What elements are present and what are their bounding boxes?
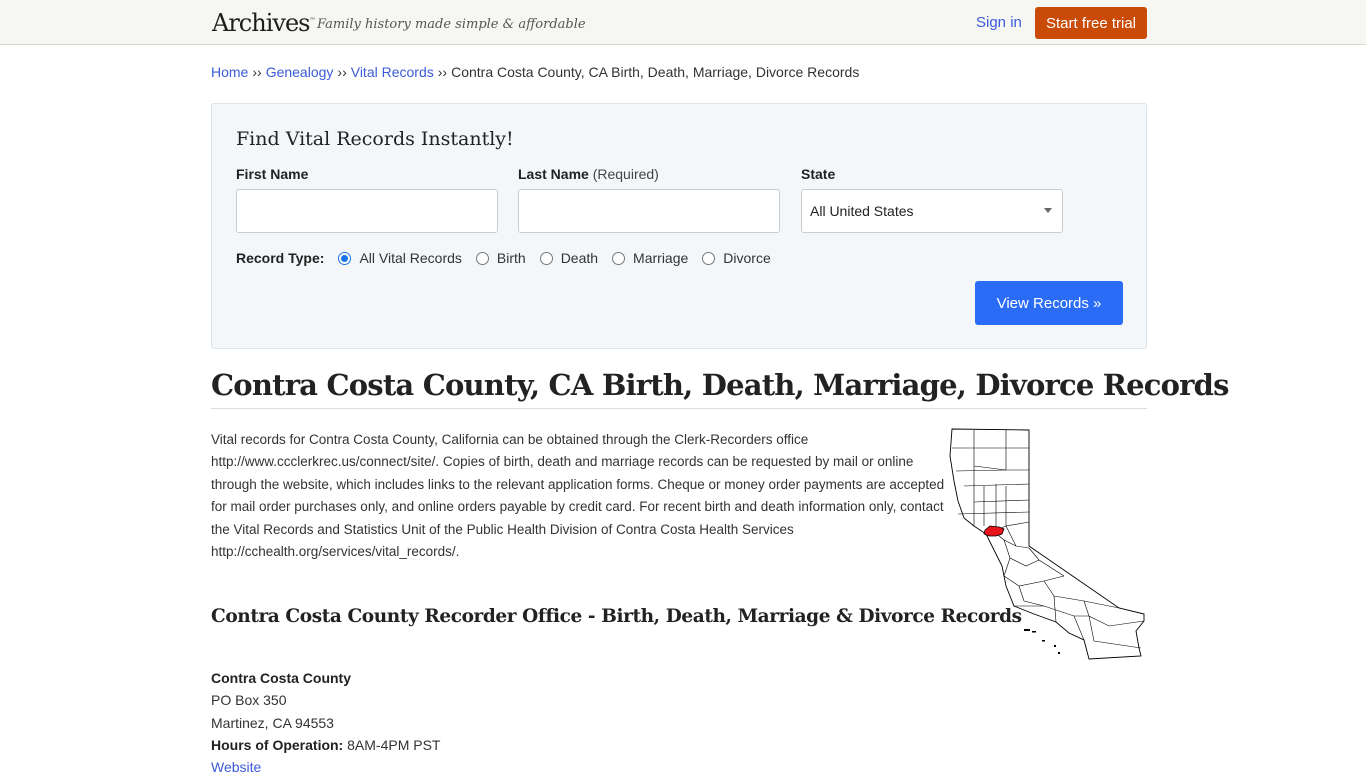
- page-title: Contra Costa County, CA Birth, Death, Ma…: [211, 368, 1229, 409]
- start-free-trial-button[interactable]: Start free trial: [1035, 7, 1147, 39]
- recorder-office-heading: Contra Costa County Recorder Office - Bi…: [211, 606, 1022, 627]
- radio-death[interactable]: Death: [539, 250, 599, 266]
- office-address-line2: Martinez, CA 94553: [211, 714, 334, 731]
- top-navbar: Archives™ Family history made simple & a…: [0, 0, 1366, 45]
- state-label: State: [801, 166, 836, 182]
- view-records-button[interactable]: View Records »: [975, 281, 1123, 325]
- radio-divorce[interactable]: Divorce: [702, 250, 771, 266]
- state-selected-value: All United States: [810, 203, 914, 219]
- radio-label: Death: [560, 250, 599, 266]
- record-type-label: Record Type:: [236, 250, 325, 266]
- radio-label: Birth: [496, 250, 526, 266]
- breadcrumb-genealogy[interactable]: Genealogy: [266, 64, 334, 80]
- breadcrumb-separator: ››: [337, 64, 347, 80]
- logo-text: Archives: [212, 9, 310, 37]
- vital-records-search-form: Find Vital Records Instantly! First Name…: [211, 103, 1147, 349]
- radio-button[interactable]: [539, 251, 553, 265]
- radio-button[interactable]: [475, 251, 489, 265]
- radio-button-checked[interactable]: [338, 251, 352, 265]
- state-select[interactable]: All United States: [801, 189, 1063, 233]
- office-address-block: Contra Costa County PO Box 350 Martinez,…: [211, 667, 440, 778]
- last-name-input[interactable]: [518, 189, 780, 233]
- radio-marriage[interactable]: Marriage: [612, 250, 688, 266]
- breadcrumb-separator: ››: [252, 64, 262, 80]
- hours-label: Hours of Operation:: [211, 736, 344, 753]
- radio-label: All Vital Records: [359, 250, 462, 266]
- required-note: (Required): [592, 166, 659, 182]
- first-name-input[interactable]: [236, 189, 498, 233]
- radio-label: Marriage: [633, 250, 689, 266]
- radio-birth[interactable]: Birth: [475, 250, 526, 266]
- office-address-line1: PO Box 350: [211, 692, 287, 709]
- intro-paragraph: Vital records for Contra Costa County, C…: [211, 432, 945, 560]
- breadcrumb-home[interactable]: Home: [211, 64, 248, 80]
- radio-label: Divorce: [723, 250, 771, 266]
- radio-all-vital-records[interactable]: All Vital Records: [338, 250, 462, 266]
- breadcrumb-current: Contra Costa County, CA Birth, Death, Ma…: [451, 64, 860, 80]
- archives-logo[interactable]: Archives™: [212, 9, 315, 37]
- radio-button[interactable]: [702, 251, 716, 265]
- office-hours: Hours of Operation: 8AM-4PM PST: [211, 734, 440, 756]
- trademark-mark: ™: [309, 17, 316, 24]
- search-form-title: Find Vital Records Instantly!: [236, 128, 514, 150]
- breadcrumb: Home ›› Genealogy ›› Vital Records ›› Contra C…: [211, 64, 859, 80]
- channel-islands: [1024, 629, 1060, 654]
- record-type-group: Record Type: All Vital Records Birth Dea…: [236, 250, 785, 266]
- breadcrumb-separator: ››: [437, 64, 448, 80]
- tagline: Family history made simple & affordable: [317, 17, 586, 32]
- last-name-label: Last Name (Required): [518, 166, 659, 182]
- office-website-link[interactable]: Website: [211, 759, 261, 775]
- breadcrumb-vital-records[interactable]: Vital Records: [351, 64, 434, 80]
- office-name: Contra Costa County: [211, 670, 351, 686]
- chevron-down-icon: [1044, 208, 1052, 213]
- last-name-label-text: Last Name: [518, 166, 589, 182]
- first-name-label: First Name: [236, 166, 309, 182]
- radio-button[interactable]: [612, 251, 626, 265]
- hours-value: 8AM-4PM PST: [347, 736, 441, 753]
- sign-in-link[interactable]: Sign in: [976, 14, 1022, 31]
